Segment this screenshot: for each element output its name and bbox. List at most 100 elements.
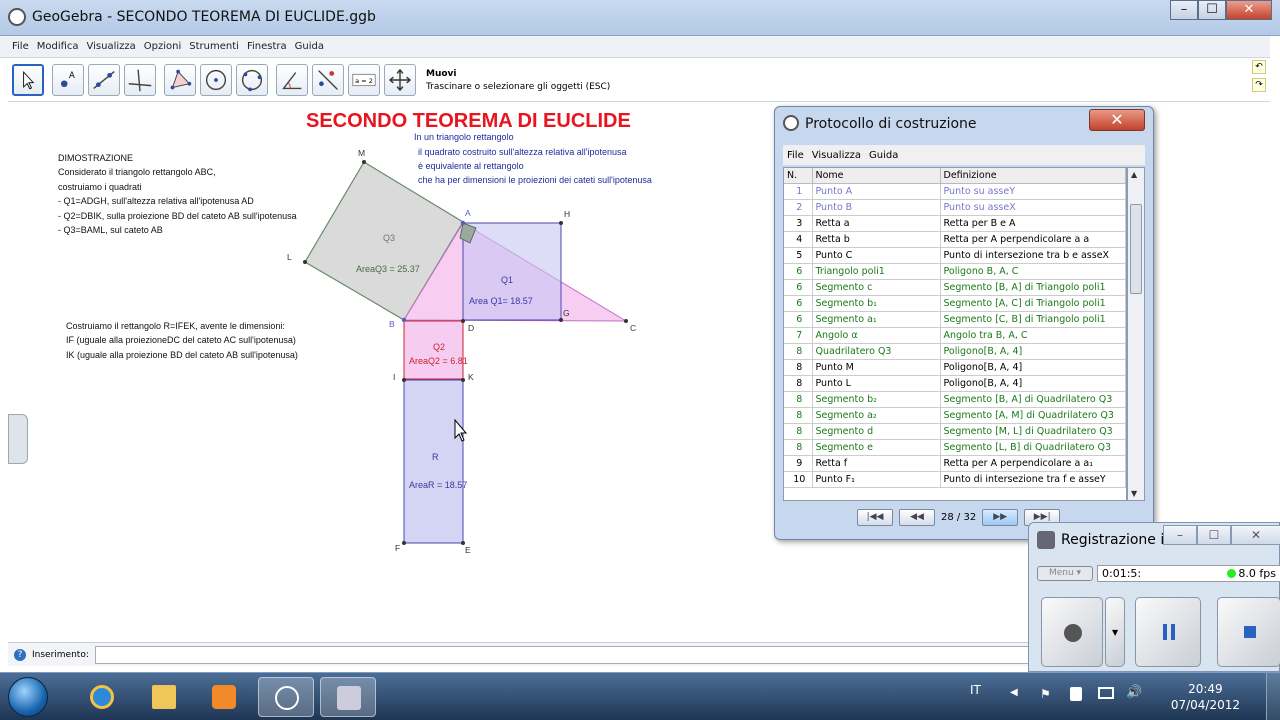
protocol-table[interactable]: N. Nome Definizione 1 Punto A Punto su ass… [783,167,1127,501]
battery-icon[interactable] [1070,687,1082,701]
row-name: Punto F₁ [812,471,941,488]
table-row[interactable]: 6 Segmento b₁ Segmento [A, C] di Triangolo… [784,295,1126,312]
record-options-button[interactable]: ▼ [1105,597,1125,667]
menu-file[interactable]: File [12,41,29,52]
tray-language[interactable]: IT [970,683,981,697]
point-d[interactable] [461,319,465,323]
table-row[interactable]: 6 Segmento a₁ Segmento [C, B] di Triangolo… [784,311,1126,328]
recorder-menu[interactable]: Menu ▾ [1037,565,1093,581]
point-g[interactable] [559,318,563,322]
undo-icon[interactable]: ↶ [1252,60,1266,74]
table-row[interactable]: 8 Segmento b₂ Segmento [B, A] di Quadrilat… [784,391,1126,408]
row-definition: Poligono[B, A, 4] [940,359,1126,376]
table-row[interactable]: 2 Punto B Punto su asseX [784,199,1126,216]
circle-3-points-tool-button[interactable] [236,64,268,96]
move-tool-button[interactable] [12,64,44,96]
close-button[interactable]: ✕ [1226,0,1272,20]
protocol-scrollbar[interactable]: ▲ ▼ [1127,167,1145,501]
protocol-menu-file[interactable]: File [787,150,804,161]
col-nome[interactable]: Nome [812,168,941,184]
protocol-menu-guida[interactable]: Guida [869,150,898,161]
move-graphics-tool-button[interactable] [384,64,416,96]
table-row[interactable]: 4 Retta b Retta per A perpendicolare a a [784,231,1126,248]
reflect-tool-button[interactable] [312,64,344,96]
slider-icon: a = 2 [352,73,376,87]
protocol-close-button[interactable]: ✕ [1089,109,1145,131]
stop-button[interactable] [1217,597,1280,667]
taskbar-internet-explorer[interactable] [74,677,130,717]
minimize-button[interactable]: – [1170,0,1198,20]
record-icon [1064,624,1082,642]
menu-finestra[interactable]: Finestra [247,41,287,52]
nav-first-button[interactable]: |◀◀ [857,509,893,526]
circle-tool-button[interactable] [200,64,232,96]
flag-icon[interactable]: ⚑ [1040,687,1051,701]
nav-next-button[interactable]: ▶▶ [982,509,1019,526]
taskbar-file-explorer[interactable] [136,677,192,717]
taskbar-media-player[interactable] [196,677,252,717]
scroll-up-icon[interactable]: ▲ [1131,170,1137,179]
table-row[interactable]: 9 Retta f Retta per A perpendicolare a a₁ [784,455,1126,472]
row-number: 6 [784,263,813,280]
recorder-time-display: 0:01:5: 8.0 fps [1097,564,1280,582]
point-k[interactable] [461,378,465,382]
point-m[interactable] [362,160,366,164]
volume-icon[interactable]: 🔊 [1126,685,1142,700]
table-row[interactable]: 8 Punto L Poligono[B, A, 4] [784,375,1126,392]
tray-expand-icon[interactable]: ◀ [1010,687,1018,698]
point-tool-button[interactable]: A [52,64,84,96]
network-icon[interactable] [1098,687,1114,699]
col-n[interactable]: N. [784,168,813,184]
perpendicular-tool-button[interactable] [124,64,156,96]
table-row[interactable]: 6 Triangolo poli1 Poligono B, A, C [784,263,1126,280]
polygon-tool-button[interactable] [164,64,196,96]
scroll-down-icon[interactable]: ▼ [1131,489,1137,498]
point-f[interactable] [402,541,406,545]
menu-strumenti[interactable]: Strumenti [189,41,239,52]
col-definizione[interactable]: Definizione [940,168,1126,184]
table-row[interactable]: 8 Quadrilatero Q3 Poligono[B, A, 4] [784,343,1126,360]
table-row[interactable]: 8 Segmento d Segmento [M, L] di Quadrilate… [784,423,1126,440]
recorder-minimize-button[interactable]: – [1163,525,1197,545]
point-b[interactable] [401,317,407,323]
table-row[interactable]: 3 Retta a Retta per B e A [784,215,1126,232]
table-row[interactable]: 8 Segmento e Segmento [L, B] di Quadrilate… [784,439,1126,456]
table-row[interactable]: 8 Punto M Poligono[B, A, 4] [784,359,1126,376]
point-l[interactable] [303,260,307,264]
scroll-thumb[interactable] [1130,204,1142,294]
point-c[interactable] [624,319,628,323]
input-field[interactable] [94,645,1095,664]
table-row[interactable]: 10 Punto F₁ Punto di intersezione tra f e … [784,471,1126,488]
maximize-button[interactable]: ☐ [1198,0,1226,20]
slider-tool-button[interactable]: a = 2 [348,64,380,96]
arrow-cursor-icon [23,71,35,90]
recorder-maximize-button[interactable]: ☐ [1197,525,1231,545]
line-tool-button[interactable] [88,64,120,96]
angle-tool-button[interactable] [276,64,308,96]
point-i[interactable] [402,378,406,382]
table-row[interactable]: 8 Segmento a₂ Segmento [A, M] di Quadrilat… [784,407,1126,424]
taskbar-recorder[interactable] [320,677,376,717]
redo-icon[interactable]: ↷ [1252,78,1266,92]
table-row[interactable]: 1 Punto A Punto su asseY [784,183,1126,200]
start-button[interactable] [8,677,48,717]
table-row[interactable]: 6 Segmento c Segmento [B, A] di Triangolo … [784,279,1126,296]
table-row[interactable]: 5 Punto C Punto di intersezione tra b e as… [784,247,1126,264]
clock[interactable]: 20:49 07/04/2012 [1171,681,1240,713]
table-row[interactable]: 7 Angolo α Angolo tra B, A, C [784,327,1126,344]
nav-prev-button[interactable]: ◀◀ [899,509,935,526]
menu-modifica[interactable]: Modifica [37,41,79,52]
point-a[interactable] [460,220,466,226]
menu-opzioni[interactable]: Opzioni [144,41,181,52]
protocol-menu-visualizza[interactable]: Visualizza [812,150,861,161]
taskbar-geogebra[interactable] [258,677,314,717]
menu-guida[interactable]: Guida [295,41,324,52]
help-icon[interactable]: ? [14,648,26,661]
pause-button[interactable] [1135,597,1201,667]
row-name: Segmento e [812,439,941,456]
point-h[interactable] [559,221,563,225]
recorder-close-button[interactable]: ✕ [1231,525,1280,545]
menu-visualizza[interactable]: Visualizza [87,41,136,52]
show-desktop-button[interactable] [1266,673,1280,720]
record-button[interactable] [1041,597,1103,667]
